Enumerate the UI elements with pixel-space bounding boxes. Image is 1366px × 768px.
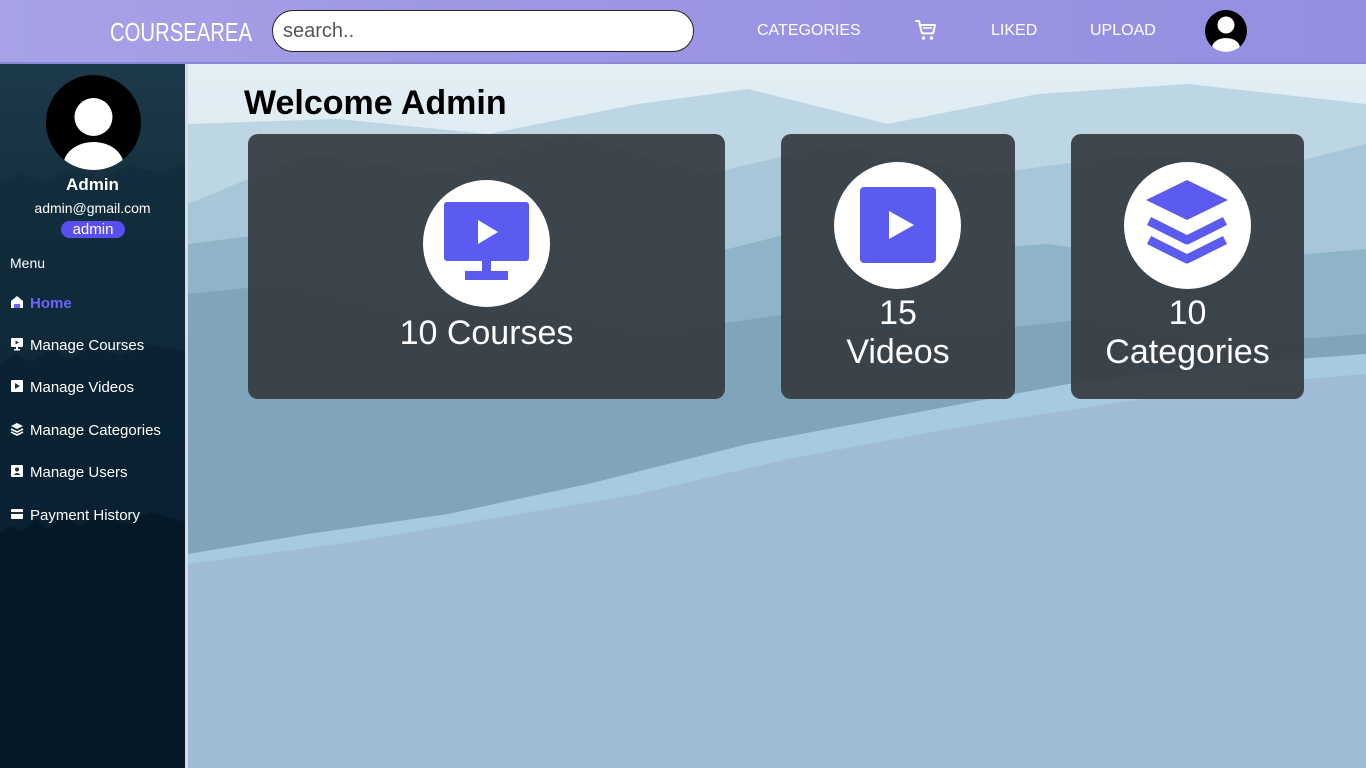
profile-avatar (46, 75, 141, 170)
sidebar-item-home[interactable]: Home (10, 292, 72, 316)
search-input[interactable] (272, 10, 694, 52)
courses-count-label: 10 Courses (399, 314, 574, 352)
sidebar-item-label: Manage Users (30, 464, 128, 481)
sidebar-item-label: Manage Videos (30, 379, 134, 396)
sidebar-item-label: Manage Categories (30, 422, 161, 439)
user-card-icon (11, 465, 23, 478)
sidebar-item-manage-users[interactable]: Manage Users (10, 461, 128, 485)
sidebar-item-payment-history[interactable]: Payment History (10, 504, 140, 528)
video-play-icon (11, 380, 23, 393)
courses-stat-card[interactable]: 10 Courses (248, 134, 725, 399)
profile-email: admin@gmail.com (34, 200, 151, 216)
sidebar-item-label: Payment History (30, 507, 141, 524)
user-avatar-icon[interactable] (1205, 10, 1247, 52)
categories-unit-label: Categories (1105, 333, 1270, 371)
top-navbar: COURSEAREA CATEGORIES LIKED UPLOAD (0, 0, 1366, 64)
video-play-icon (834, 162, 961, 289)
menu-heading: Menu (10, 255, 46, 271)
sidebar-item-manage-categories[interactable]: Manage Categories (10, 419, 161, 443)
credit-card-icon (11, 509, 23, 520)
cart-icon[interactable] (914, 18, 938, 42)
sidebar: Admin admin@gmail.com admin Menu Home Ma… (0, 64, 188, 768)
monitor-play-icon (11, 338, 23, 351)
nav-upload-link[interactable]: UPLOAD (1090, 20, 1156, 42)
page-title: Welcome Admin (244, 84, 507, 122)
nav-liked-link[interactable]: LIKED (991, 20, 1037, 42)
layers-icon (10, 423, 24, 436)
role-badge: admin (61, 221, 125, 238)
monitor-play-icon (423, 180, 550, 307)
sidebar-item-label: Home (30, 295, 72, 312)
brand-logo[interactable]: COURSEAREA (110, 14, 252, 50)
layers-icon (1124, 162, 1251, 289)
categories-count: 10 (1168, 294, 1207, 332)
videos-unit-label: Videos (846, 333, 950, 371)
videos-stat-card[interactable]: 15 Videos (781, 134, 1015, 399)
main-content: Welcome Admin 10 Courses 15 Videos 10 Ca… (188, 64, 1366, 768)
sidebar-item-label: Manage Courses (30, 337, 145, 354)
sidebar-item-manage-courses[interactable]: Manage Courses (10, 334, 144, 358)
home-icon (11, 296, 23, 309)
categories-stat-card[interactable]: 10 Categories (1071, 134, 1304, 399)
nav-categories-link[interactable]: CATEGORIES (757, 20, 861, 42)
videos-count: 15 (879, 294, 917, 332)
sidebar-item-manage-videos[interactable]: Manage Videos (10, 376, 134, 400)
profile-name: Admin (66, 175, 119, 194)
